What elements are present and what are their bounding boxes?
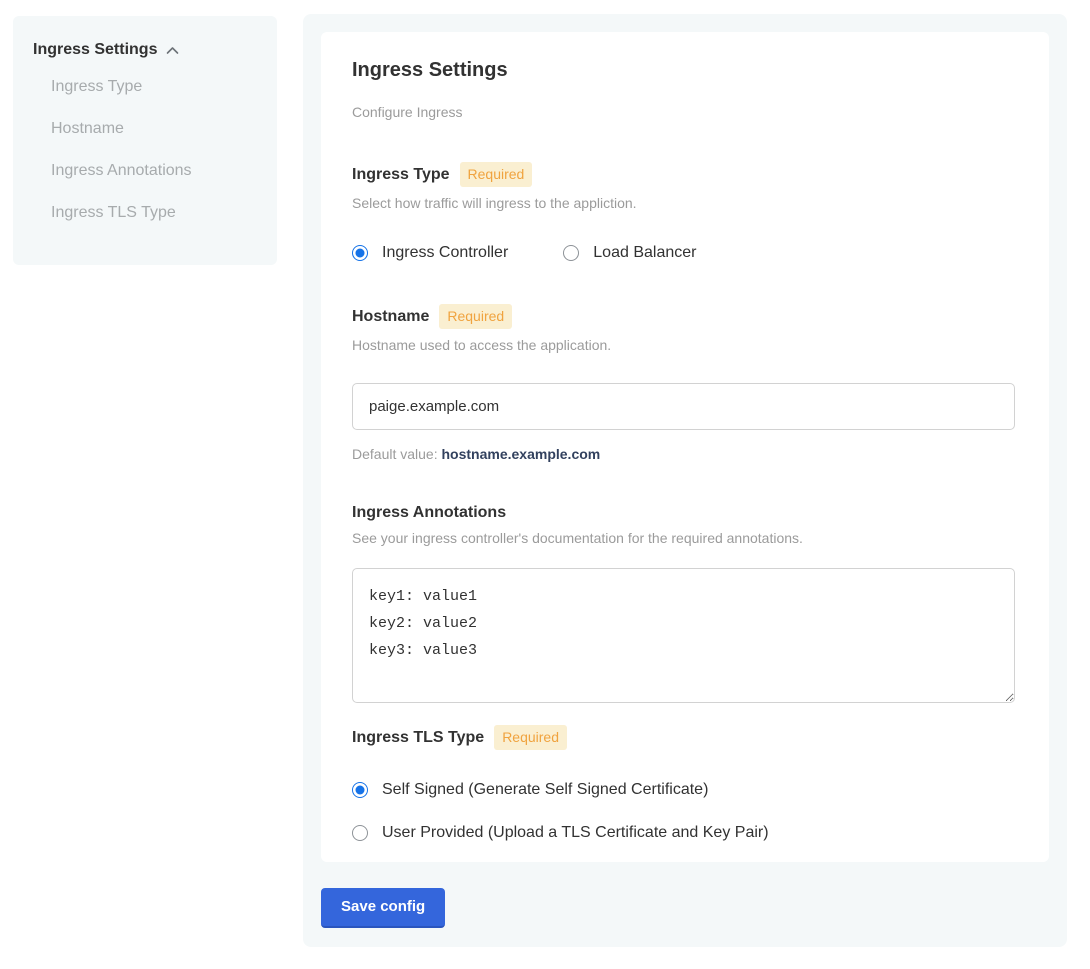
ingress-annotations-textarea[interactable]: key1: value1 key2: value2 key3: value3	[352, 568, 1015, 703]
sidebar-item-list: Ingress Type Hostname Ingress Annotation…	[33, 68, 257, 232]
section-ingress-tls-type: Ingress TLS Type Required Self Signed (G…	[352, 725, 1018, 842]
section-hostname: Hostname Required Hostname used to acces…	[352, 304, 1018, 462]
config-main-panel: Ingress Settings Configure Ingress Ingre…	[303, 14, 1067, 947]
radio-label: Load Balancer	[593, 244, 696, 262]
hostname-input[interactable]	[352, 383, 1015, 430]
section-ingress-annotations: Ingress Annotations See your ingress con…	[352, 504, 1018, 703]
sidebar-item-ingress-type[interactable]: Ingress Type	[51, 68, 257, 106]
default-value-text: hostname.example.com	[442, 446, 601, 462]
page-subtitle: Configure Ingress	[352, 104, 1018, 120]
sidebar-item-ingress-annotations[interactable]: Ingress Annotations	[51, 152, 257, 190]
save-config-button[interactable]: Save config	[321, 888, 445, 928]
radio-label: Ingress Controller	[382, 244, 508, 262]
chevron-up-icon	[166, 46, 179, 55]
radio-option-ingress-controller[interactable]: Ingress Controller	[352, 244, 508, 262]
section-ingress-type: Ingress Type Required Select how traffic…	[352, 162, 1018, 262]
load-balancer-radio[interactable]	[563, 245, 579, 261]
sidebar-item-hostname[interactable]: Hostname	[51, 110, 257, 148]
radio-option-user-provided[interactable]: User Provided (Upload a TLS Certificate …	[352, 824, 1018, 842]
ingress-settings-card: Ingress Settings Configure Ingress Ingre…	[321, 32, 1049, 862]
config-nav-sidebar: Ingress Settings Ingress Type Hostname I…	[13, 16, 277, 265]
sidebar-group-ingress-settings[interactable]: Ingress Settings	[33, 41, 257, 59]
required-badge: Required	[460, 162, 533, 187]
sidebar-group-label: Ingress Settings	[33, 41, 157, 59]
radio-label: Self Signed (Generate Self Signed Certif…	[382, 781, 708, 799]
ingress-controller-radio[interactable]	[352, 245, 368, 261]
radio-option-self-signed[interactable]: Self Signed (Generate Self Signed Certif…	[352, 781, 1018, 799]
ingress-annotations-label: Ingress Annotations	[352, 504, 506, 522]
self-signed-radio[interactable]	[352, 782, 368, 798]
page-title: Ingress Settings	[352, 59, 1018, 82]
required-badge: Required	[439, 304, 512, 329]
radio-label: User Provided (Upload a TLS Certificate …	[382, 824, 769, 842]
ingress-type-radio-group: Ingress Controller Load Balancer	[352, 244, 1018, 262]
ingress-annotations-help: See your ingress controller's documentat…	[352, 530, 1018, 546]
hostname-default-line: Default value: hostname.example.com	[352, 446, 1018, 462]
ingress-type-help: Select how traffic will ingress to the a…	[352, 195, 1018, 211]
ingress-type-label: Ingress Type	[352, 166, 450, 184]
ingress-tls-type-label: Ingress TLS Type	[352, 729, 484, 747]
required-badge: Required	[494, 725, 567, 750]
hostname-help: Hostname used to access the application.	[352, 337, 1018, 353]
ingress-tls-type-radio-group: Self Signed (Generate Self Signed Certif…	[352, 781, 1018, 842]
radio-option-load-balancer[interactable]: Load Balancer	[563, 244, 696, 262]
user-provided-radio[interactable]	[352, 825, 368, 841]
sidebar-item-ingress-tls-type[interactable]: Ingress TLS Type	[51, 194, 257, 232]
default-value-prefix: Default value:	[352, 446, 442, 462]
hostname-label: Hostname	[352, 308, 429, 326]
